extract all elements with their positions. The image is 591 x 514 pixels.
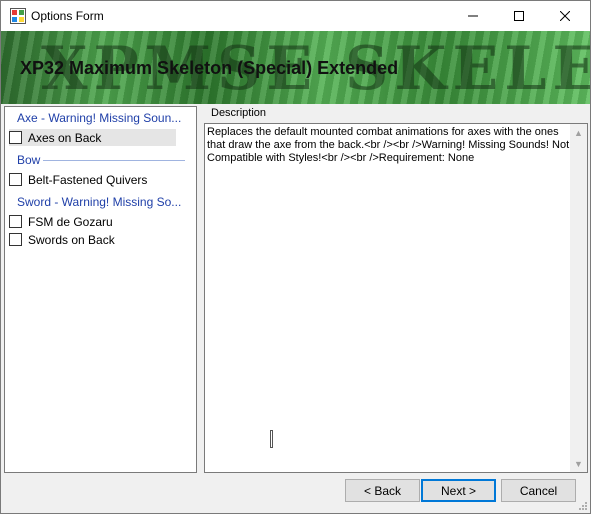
checkbox[interactable]	[9, 173, 22, 186]
app-icon	[10, 8, 26, 24]
checkbox[interactable]	[9, 215, 22, 228]
header-banner: XPMSE SKELETON XP32 Maximum Skeleton (Sp…	[1, 31, 590, 104]
resize-grip-icon[interactable]	[578, 501, 588, 511]
close-button[interactable]	[542, 1, 588, 31]
option-axes-on-back[interactable]: Axes on Back	[9, 129, 176, 146]
option-swords-on-back[interactable]: Swords on Back	[9, 231, 115, 248]
maximize-button[interactable]	[496, 1, 542, 31]
description-group: Replaces the default mounted combat anim…	[201, 107, 589, 475]
cancel-button[interactable]: Cancel	[501, 479, 576, 502]
minimize-icon	[468, 15, 478, 17]
option-label: Axes on Back	[28, 130, 102, 145]
option-fsm-de-gozaru[interactable]: FSM de Gozaru	[9, 213, 113, 230]
checkbox[interactable]	[9, 131, 22, 144]
window-title: Options Form	[31, 9, 104, 23]
maximize-icon	[514, 11, 524, 21]
minimize-button[interactable]	[450, 1, 496, 31]
option-belt-fastened-quivers[interactable]: Belt-Fastened Quivers	[9, 171, 147, 188]
description-textbox[interactable]: Replaces the default mounted combat anim…	[204, 123, 588, 473]
group-header-axe: Axe - Warning! Missing Soun...	[17, 111, 182, 125]
close-icon	[560, 11, 570, 21]
option-label: Swords on Back	[28, 232, 115, 247]
option-label: FSM de Gozaru	[28, 214, 113, 229]
title-bar[interactable]: Options Form	[1, 1, 590, 31]
group-divider	[43, 160, 185, 161]
next-button[interactable]: Next >	[421, 479, 496, 502]
description-text: Replaces the default mounted combat anim…	[207, 126, 570, 164]
options-list[interactable]: Axe - Warning! Missing Soun... Axes on B…	[4, 106, 197, 473]
description-scrollbar[interactable]: ▲ ▼	[570, 124, 587, 472]
options-form-window: Options Form XPMSE SKELETON XP32 Maximum…	[0, 0, 591, 514]
group-header-sword: Sword - Warning! Missing So...	[17, 195, 182, 209]
description-legend: Description	[209, 107, 269, 119]
scroll-down-icon[interactable]: ▼	[570, 455, 587, 472]
banner-title: XP32 Maximum Skeleton (Special) Extended	[20, 58, 399, 78]
back-button[interactable]: < Back	[345, 479, 420, 502]
text-cursor-icon	[270, 430, 273, 448]
scroll-up-icon[interactable]: ▲	[570, 124, 587, 141]
option-label: Belt-Fastened Quivers	[28, 172, 148, 187]
checkbox[interactable]	[9, 233, 22, 246]
